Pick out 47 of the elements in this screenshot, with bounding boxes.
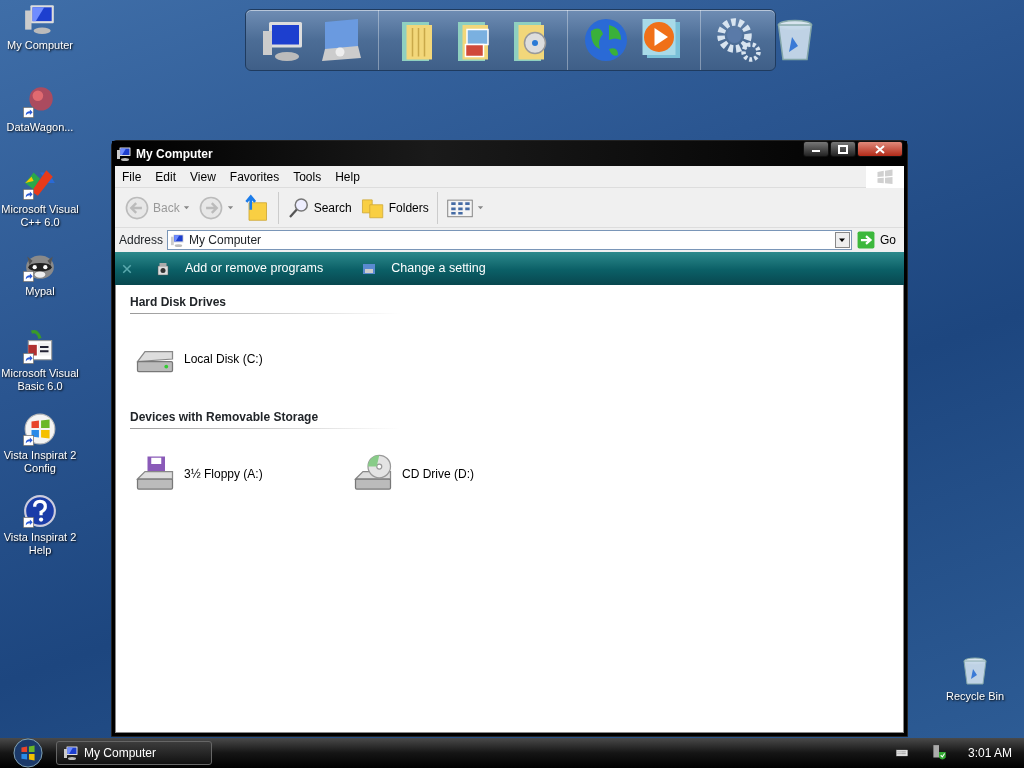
icon-label[interactable]: Mypal [25,285,55,298]
icon-label[interactable]: Vista Inspirat 2 Config [0,449,80,475]
drive-item[interactable]: CD Drive (D:) [348,454,566,494]
close-button[interactable] [857,141,903,157]
menu-item[interactable]: View [183,167,223,186]
go-arrow-icon [856,231,876,249]
maximize-button[interactable] [830,141,856,157]
icon-label[interactable]: My Computer [7,39,73,52]
address-field[interactable]: My Computer [167,230,852,250]
dropdown-caret-icon[interactable] [838,236,847,244]
folders-button[interactable]: Folders [356,192,432,223]
task-link[interactable]: Add or remove programs [143,259,340,278]
maximize-icon [838,144,848,154]
section-heading: Devices with Removable Storage [130,408,400,429]
windows-orb-icon [13,738,43,768]
section-heading: Hard Disk Drives [130,293,400,314]
search-button[interactable]: Search [283,193,355,222]
menu-item[interactable]: Favorites [222,167,287,186]
computer-icon [116,145,132,162]
clock: 3:01 AM [967,745,1012,762]
icon-label[interactable]: Microsoft Visual Basic 6.0 [0,367,80,393]
icon-label[interactable]: Vista Inspirat 2 Help [0,531,80,557]
keyboard-icon[interactable] [893,747,910,759]
close-icon[interactable] [121,262,133,275]
menu-item[interactable]: Edit [148,167,184,186]
menu-item[interactable]: Help [328,167,367,186]
menu-item[interactable]: File [115,167,149,186]
taskbar-button[interactable]: My Computer [56,741,212,765]
search-icon [286,195,311,220]
computer-icon [170,232,186,248]
help-icon[interactable] [23,494,57,528]
minimize-button[interactable] [803,141,829,157]
window-title: My Computer [136,145,213,163]
task-link[interactable]: Change a setting [349,259,502,278]
close-icon [875,144,885,154]
installer-box-icon [155,260,171,277]
go-button[interactable]: Go [856,231,900,249]
drive-item[interactable]: Local Disk (C:) [130,339,348,379]
gears-icon[interactable] [715,16,763,64]
address-label: Address [119,232,164,249]
computer-icon[interactable] [23,2,57,36]
drive-item[interactable]: 3½ Floppy (A:) [130,454,348,494]
icon-label[interactable]: DataWagon... [6,121,74,134]
icon-label[interactable]: Recycle Bin [945,690,1005,703]
menu-item[interactable]: Tools [286,167,329,186]
icon-label[interactable]: Microsoft Visual C++ 6.0 [0,203,80,229]
computer-icon [63,745,79,761]
